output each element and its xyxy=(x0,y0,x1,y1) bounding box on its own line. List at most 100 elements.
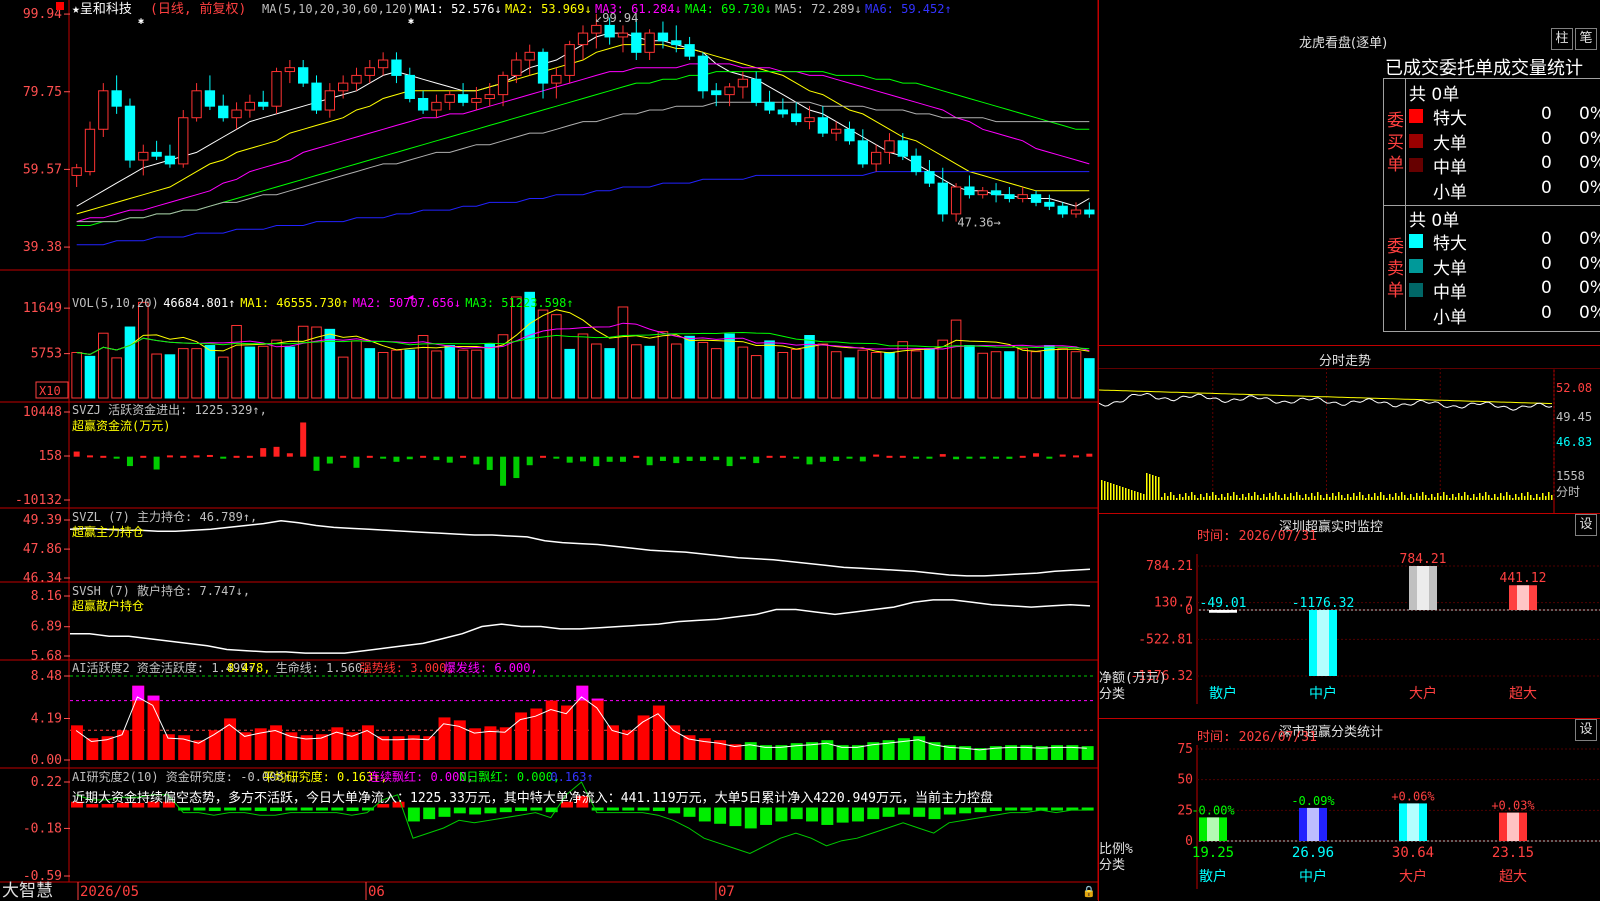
intraday-vol-bar xyxy=(1239,498,1241,500)
column-mode-button[interactable]: 柱 xyxy=(1551,28,1573,50)
candle-body xyxy=(151,151,162,157)
intraday-vol-bar xyxy=(1491,498,1493,500)
intraday-vol-bar xyxy=(1293,496,1295,500)
flow-bar xyxy=(606,456,613,462)
intraday-vol-bar xyxy=(1518,497,1520,500)
intraday-vol-bar xyxy=(1488,495,1490,500)
candle-body xyxy=(484,94,495,99)
volume-bar xyxy=(644,345,655,399)
flow-bar xyxy=(300,422,307,457)
candle-body xyxy=(644,32,655,53)
flow-bar xyxy=(713,456,720,461)
intraday-vol-bar xyxy=(1338,492,1340,500)
research-bar xyxy=(469,807,482,815)
x-tick-label: 2026/05 xyxy=(80,884,139,900)
intraday-vol-bar xyxy=(1113,484,1115,500)
intraday-vol-bar xyxy=(1251,496,1253,500)
lhb-row-name: 大单 xyxy=(1433,133,1467,154)
monitor-ylabel: 净额(万元) xyxy=(1099,671,1167,686)
candle-body xyxy=(164,155,176,165)
stats-value: 19.25 xyxy=(1192,845,1234,861)
flow-bar xyxy=(913,456,920,459)
candle-body xyxy=(977,190,988,196)
research-bar xyxy=(882,807,895,817)
tick-mode-button[interactable]: 笔 xyxy=(1575,28,1597,50)
candle-body xyxy=(604,24,615,38)
monitor-category: 散户 xyxy=(1209,685,1237,702)
candle-body xyxy=(404,74,415,99)
intraday-chart[interactable]: 52.08 49.45 46.83 1558 分时 xyxy=(1099,368,1600,514)
flow-bar xyxy=(513,456,520,479)
volume-bar xyxy=(950,319,962,399)
lhb-swatch xyxy=(1409,109,1423,123)
flow-bar xyxy=(859,456,866,462)
candle-body xyxy=(777,109,789,115)
period-label: (日线, 前复权) xyxy=(150,1,246,17)
lhb-swatch xyxy=(1409,307,1423,322)
lhb-row: 大单 0 0% xyxy=(1409,129,1600,154)
candle-body xyxy=(591,24,602,34)
flow-bar xyxy=(779,455,786,458)
intraday-vol-bar xyxy=(1107,482,1109,500)
intraday-vol-bar xyxy=(1359,492,1361,500)
intraday-vol-bar xyxy=(1272,496,1274,500)
flow-bar xyxy=(460,455,467,458)
marker-star: ✱ xyxy=(408,16,414,27)
lhb-header: 已成交委托单成交量统计 xyxy=(1385,58,1583,79)
research-bar xyxy=(790,807,803,820)
intraday-vol-bar xyxy=(1464,492,1466,500)
research-bar xyxy=(285,807,298,811)
intraday-vol-bar xyxy=(1377,496,1379,500)
flow-bar xyxy=(353,456,360,468)
sz-stats-panel: 深市超赢分类统计 设 时间: 2026/07/31 75 50 25 0 比例% 分类 -0.… xyxy=(1098,718,1600,901)
intraday-panel[interactable]: 分时走势 52.08 49.45 46.83 1558 分时 xyxy=(1098,345,1600,514)
flow-bar xyxy=(340,455,347,458)
candle-body xyxy=(178,117,189,165)
stats-value: 23.15 xyxy=(1492,845,1534,861)
intraday-vol-bar xyxy=(1278,495,1280,500)
ai-tick-label: 8.48 xyxy=(31,669,62,684)
lhb-swatch xyxy=(1409,133,1423,148)
volume-bar xyxy=(1070,351,1082,399)
volume-bar xyxy=(297,325,309,399)
intraday-vol-bar xyxy=(1542,493,1544,500)
research-bar xyxy=(974,807,987,813)
volume-bar xyxy=(710,348,722,399)
intraday-vol-bar xyxy=(1167,496,1169,500)
candle-body xyxy=(377,59,389,69)
candle-body xyxy=(924,171,935,184)
flow-bar xyxy=(100,455,107,458)
lhb-row: 特大 0 0% xyxy=(1409,104,1600,129)
lhb-row-name: 小单 xyxy=(1433,182,1467,203)
ai2-tick-label: -0.18 xyxy=(23,821,62,836)
candle-body xyxy=(817,117,829,134)
candle-body xyxy=(1070,209,1082,215)
flow-bar xyxy=(739,456,746,460)
intraday-vol-bar xyxy=(1269,493,1271,500)
intraday-vol-bar xyxy=(1308,497,1310,500)
candle-body xyxy=(1084,209,1095,215)
stats-change: -0.09% xyxy=(1291,794,1335,808)
intraday-vol-bar xyxy=(1257,495,1259,500)
lhb-row: 大单 0 0% xyxy=(1409,254,1600,279)
candle-body xyxy=(564,44,575,76)
volume-bar xyxy=(284,346,296,399)
intraday-vol-bar xyxy=(1311,493,1313,500)
intraday-vol-bar xyxy=(1389,494,1391,500)
svzj-legend-item: SVZJ 活跃资金进出: 1225.329↑, xyxy=(72,402,267,417)
sz-stats-chart: 时间: 2026/07/317550250比例%分类-0.00%19.25散户-… xyxy=(1099,730,1600,889)
stats-category: 散户 xyxy=(1199,868,1227,885)
intraday-vol-bar xyxy=(1482,496,1484,500)
intraday-vol-bar xyxy=(1287,497,1289,500)
flow-bar xyxy=(233,455,240,458)
ma-legend-item: MA3: 61.284↓ xyxy=(595,2,682,16)
volume-bar xyxy=(604,348,615,399)
intraday-vol-bar xyxy=(1242,494,1244,500)
research-bar xyxy=(928,807,941,820)
intraday-vol-bar xyxy=(1434,497,1436,500)
intraday-vol-bar xyxy=(1266,497,1268,500)
stats-category: 中户 xyxy=(1299,868,1327,885)
volume-bar xyxy=(1004,351,1015,399)
main-chart[interactable]: 99.9479.7559.5739.38↙99.9447.36→★呈和科技 (日线… xyxy=(0,0,1100,900)
candle-body xyxy=(124,105,136,161)
